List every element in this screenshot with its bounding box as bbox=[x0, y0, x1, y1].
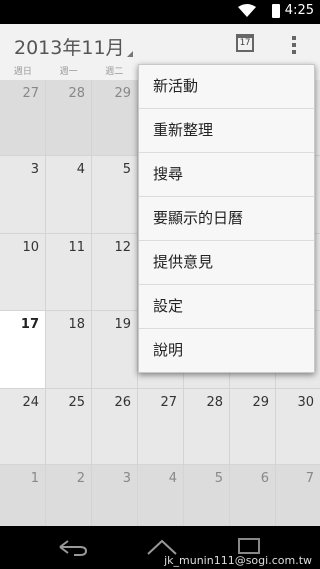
week-row: 24 25 26 27 28 29 30 bbox=[0, 389, 320, 465]
weekday-label: 週一 bbox=[59, 67, 78, 77]
menu-item-settings[interactable]: 設定 bbox=[139, 285, 314, 329]
day-number: 1 bbox=[30, 471, 39, 486]
wifi-icon bbox=[238, 4, 256, 17]
day-number: 28 bbox=[206, 395, 223, 410]
day-cell[interactable]: 19 bbox=[92, 311, 138, 388]
day-cell[interactable]: 7 bbox=[276, 465, 320, 526]
menu-item-refresh[interactable]: 重新整理 bbox=[139, 109, 314, 153]
battery-icon bbox=[272, 4, 280, 18]
menu-item-help[interactable]: 說明 bbox=[139, 329, 314, 372]
today-icon-day: 17 bbox=[239, 38, 251, 48]
weekday-label: 週日 bbox=[13, 67, 32, 77]
day-number: 19 bbox=[114, 317, 131, 332]
day-number: 5 bbox=[122, 162, 131, 177]
watermark-text: jk_munin111@sogi.com.tw bbox=[164, 554, 312, 567]
day-number: 12 bbox=[114, 240, 131, 255]
day-number: 11 bbox=[68, 240, 85, 255]
weekday-label: 週二 bbox=[105, 67, 124, 77]
day-cell[interactable]: 3 bbox=[0, 156, 46, 233]
day-cell[interactable]: 10 bbox=[0, 234, 46, 310]
day-number: 5 bbox=[214, 471, 223, 486]
status-time: 4:25 bbox=[284, 3, 314, 18]
day-cell-today[interactable]: 17 bbox=[0, 311, 46, 388]
day-number: 24 bbox=[22, 395, 39, 410]
menu-item-search[interactable]: 搜尋 bbox=[139, 153, 314, 197]
day-cell[interactable]: 11 bbox=[46, 234, 92, 310]
day-cell[interactable]: 28 bbox=[184, 389, 230, 464]
day-number: 3 bbox=[30, 162, 39, 177]
day-number: 30 bbox=[297, 395, 314, 410]
menu-item-send-feedback[interactable]: 提供意見 bbox=[139, 241, 314, 285]
day-cell[interactable]: 4 bbox=[138, 465, 184, 526]
overflow-menu-icon[interactable] bbox=[291, 35, 297, 55]
day-number: 17 bbox=[20, 317, 39, 332]
day-cell[interactable]: 1 bbox=[0, 465, 46, 526]
day-cell[interactable]: 18 bbox=[46, 311, 92, 388]
day-number: 4 bbox=[168, 471, 177, 486]
day-number: 26 bbox=[114, 395, 131, 410]
day-cell[interactable]: 26 bbox=[92, 389, 138, 464]
day-number: 27 bbox=[160, 395, 177, 410]
day-number: 27 bbox=[22, 86, 39, 101]
action-bar: 2013年11月 17 bbox=[0, 24, 320, 66]
day-cell[interactable]: 24 bbox=[0, 389, 46, 464]
status-bar: 4:25 bbox=[0, 0, 320, 24]
day-number: 7 bbox=[305, 471, 314, 486]
day-cell[interactable]: 4 bbox=[46, 156, 92, 233]
day-cell[interactable]: 25 bbox=[46, 389, 92, 464]
day-number: 4 bbox=[76, 162, 85, 177]
day-cell[interactable]: 6 bbox=[230, 465, 276, 526]
day-number: 3 bbox=[122, 471, 131, 486]
day-number: 25 bbox=[68, 395, 85, 410]
day-cell[interactable]: 27 bbox=[138, 389, 184, 464]
recent-apps-icon[interactable] bbox=[238, 538, 260, 554]
today-calendar-icon[interactable]: 17 bbox=[236, 34, 254, 52]
calendar-screen: 4:25 2013年11月 17 週日 週一 週二 27 28 29 3 4 5… bbox=[0, 0, 320, 569]
day-cell[interactable]: 3 bbox=[92, 465, 138, 526]
day-cell[interactable]: 12 bbox=[92, 234, 138, 310]
day-cell[interactable]: 5 bbox=[184, 465, 230, 526]
navigation-bar: jk_munin111@sogi.com.tw bbox=[0, 526, 320, 569]
back-icon[interactable] bbox=[56, 538, 88, 556]
week-row: 1 2 3 4 5 6 7 bbox=[0, 465, 320, 526]
menu-item-calendars-to-display[interactable]: 要顯示的日曆 bbox=[139, 197, 314, 241]
day-cell[interactable]: 2 bbox=[46, 465, 92, 526]
day-number: 10 bbox=[22, 240, 39, 255]
view-switch-indicator[interactable] bbox=[127, 51, 133, 57]
day-cell[interactable]: 28 bbox=[46, 80, 92, 155]
day-number: 2 bbox=[76, 471, 85, 486]
day-number: 28 bbox=[68, 86, 85, 101]
day-cell[interactable]: 27 bbox=[0, 80, 46, 155]
day-number: 18 bbox=[68, 317, 85, 332]
day-number: 6 bbox=[260, 471, 269, 486]
day-cell[interactable]: 30 bbox=[276, 389, 320, 464]
overflow-menu: 新活動 重新整理 搜尋 要顯示的日曆 提供意見 設定 說明 bbox=[138, 64, 315, 373]
day-cell[interactable]: 29 bbox=[230, 389, 276, 464]
day-cell[interactable]: 5 bbox=[92, 156, 138, 233]
menu-item-new-event[interactable]: 新活動 bbox=[139, 65, 314, 109]
day-cell[interactable]: 29 bbox=[92, 80, 138, 155]
day-number: 29 bbox=[114, 86, 131, 101]
day-number: 29 bbox=[252, 395, 269, 410]
month-title[interactable]: 2013年11月 bbox=[14, 33, 125, 60]
